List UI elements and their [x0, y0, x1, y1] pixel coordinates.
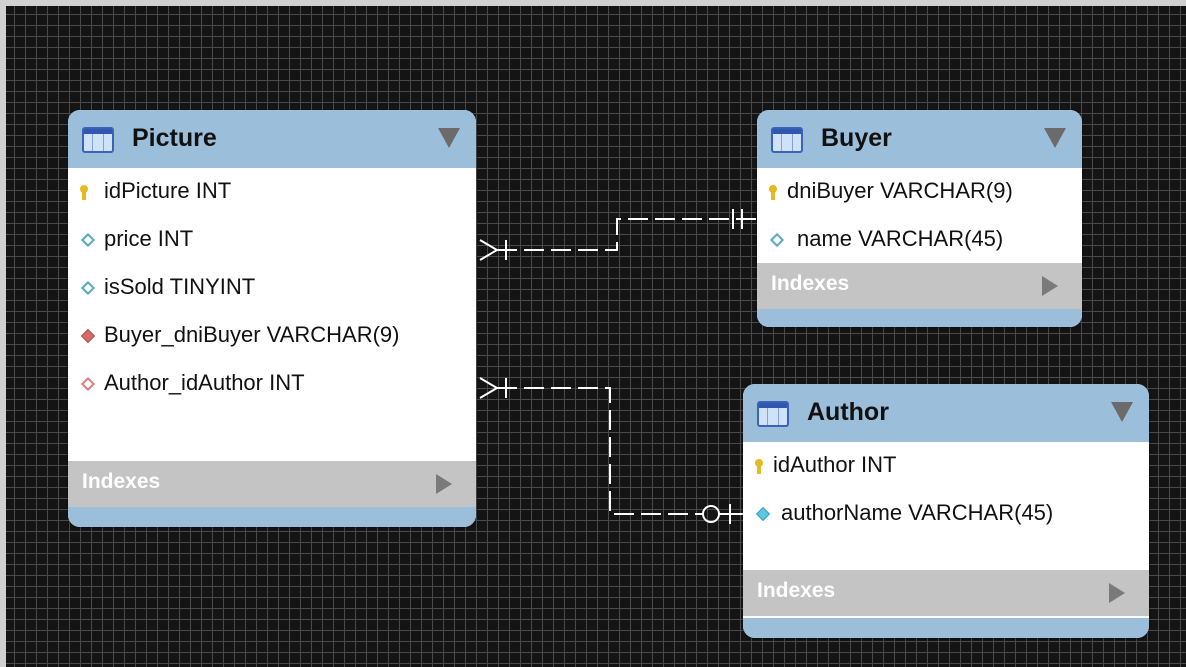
- column-row[interactable]: Author_idAuthor INT: [68, 360, 476, 408]
- indexes-bar[interactable]: Indexes: [757, 263, 1082, 309]
- table-title: Picture: [132, 124, 217, 152]
- column-row[interactable]: idPicture INT: [68, 168, 476, 216]
- column-row[interactable]: isSold TINYINT: [68, 264, 476, 312]
- indexes-bar[interactable]: Indexes: [743, 570, 1149, 616]
- relationship-picture-buyer[interactable]: [479, 209, 757, 261]
- column-row[interactable]: authorName VARCHAR(45): [743, 490, 1149, 538]
- table-title: Author: [807, 398, 889, 426]
- foreign-key-icon: [80, 376, 96, 392]
- collapse-arrow-icon[interactable]: [1111, 402, 1133, 422]
- primary-key-icon: [755, 459, 763, 474]
- expand-arrow-icon[interactable]: [436, 474, 452, 494]
- column-label: authorName VARCHAR(45): [781, 500, 1054, 525]
- table-icon: [771, 127, 803, 153]
- column-label: idAuthor INT: [773, 452, 897, 477]
- primary-key-icon: [80, 185, 88, 200]
- column-row[interactable]: Buyer_dniBuyer VARCHAR(9): [68, 312, 476, 360]
- column-row[interactable]: dniBuyer VARCHAR(9): [757, 168, 1082, 216]
- table-author[interactable]: Author idAuthor INT authorName VARCHAR(4…: [743, 384, 1149, 638]
- table-footer: [68, 507, 476, 527]
- column-diamond-icon: [755, 506, 771, 522]
- relationship-picture-author[interactable]: [479, 377, 743, 524]
- table-icon: [757, 401, 789, 427]
- column-label: Author_idAuthor INT: [104, 370, 305, 395]
- indexes-label: Indexes: [771, 272, 850, 295]
- table-title: Buyer: [821, 124, 892, 152]
- column-label: price INT: [104, 226, 194, 251]
- table-icon: [82, 127, 114, 153]
- collapse-arrow-icon[interactable]: [1044, 128, 1066, 148]
- table-picture[interactable]: Picture idPicture INT price INT isSold T…: [68, 110, 476, 527]
- column-diamond-icon: [80, 280, 96, 296]
- primary-key-icon: [769, 185, 777, 200]
- column-label: idPicture INT: [104, 178, 232, 203]
- table-header[interactable]: Buyer: [757, 110, 1082, 168]
- column-label: Buyer_dniBuyer VARCHAR(9): [104, 322, 400, 347]
- collapse-arrow-icon[interactable]: [438, 128, 460, 148]
- table-header[interactable]: Author: [743, 384, 1149, 442]
- column-label: dniBuyer VARCHAR(9): [787, 178, 1013, 203]
- indexes-label: Indexes: [82, 470, 161, 493]
- column-label: isSold TINYINT: [104, 274, 256, 299]
- column-diamond-icon: [769, 232, 785, 248]
- column-row[interactable]: idAuthor INT: [743, 442, 1149, 490]
- table-header[interactable]: Picture: [68, 110, 476, 168]
- table-footer: [743, 618, 1149, 638]
- table-footer: [757, 309, 1082, 327]
- expand-arrow-icon[interactable]: [1109, 583, 1125, 603]
- indexes-bar[interactable]: Indexes: [68, 461, 476, 507]
- indexes-label: Indexes: [757, 579, 836, 602]
- table-buyer[interactable]: Buyer dniBuyer VARCHAR(9) name VARCHAR(4…: [757, 110, 1082, 327]
- column-label: name VARCHAR(45): [797, 226, 1004, 251]
- column-diamond-icon: [80, 232, 96, 248]
- expand-arrow-icon[interactable]: [1042, 276, 1058, 296]
- column-row[interactable]: name VARCHAR(45): [757, 216, 1082, 264]
- column-row[interactable]: price INT: [68, 216, 476, 264]
- foreign-key-icon: [80, 328, 96, 344]
